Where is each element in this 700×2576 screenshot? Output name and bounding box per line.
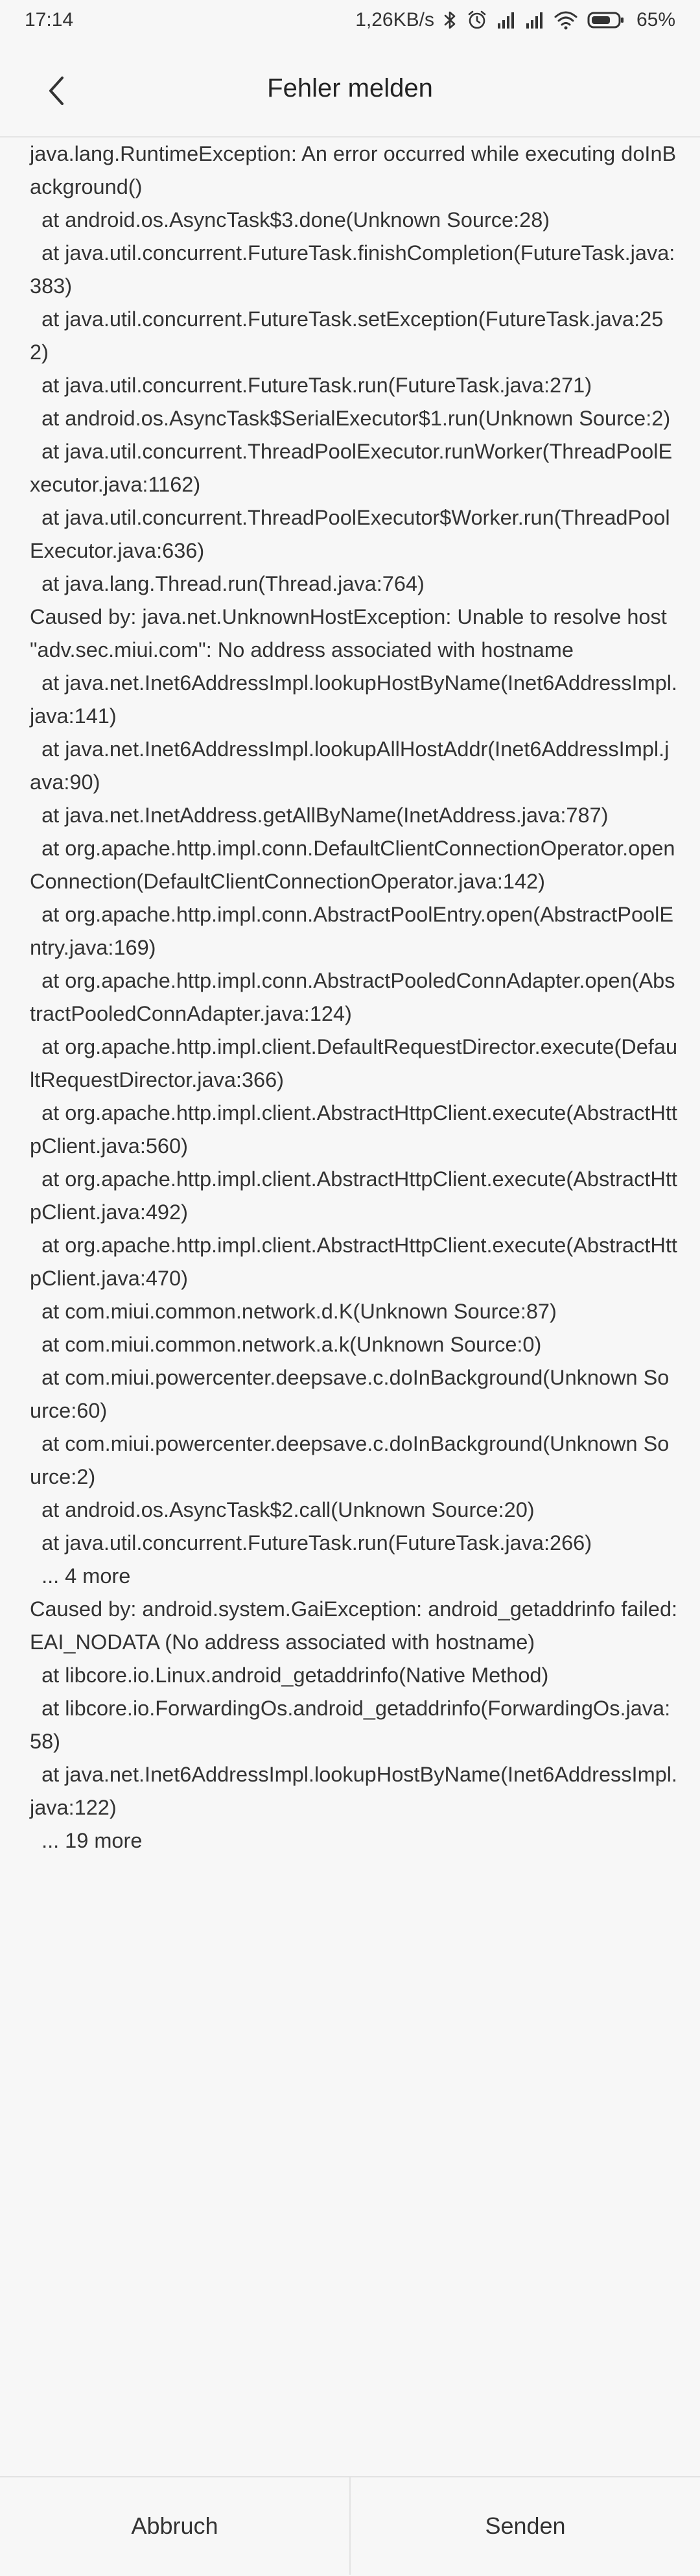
- error-log[interactable]: java.lang.RuntimeException: An error occ…: [0, 137, 700, 2472]
- signal-icon: [496, 10, 516, 30]
- status-bar: 17:14 1,26KB/s 65%: [0, 0, 700, 40]
- cancel-button[interactable]: Abbruch: [0, 2477, 349, 2575]
- back-button[interactable]: [32, 66, 82, 115]
- alarm-icon: [467, 10, 487, 30]
- battery-icon: [587, 10, 625, 30]
- signal-icon-2: [525, 10, 544, 30]
- page-title: Fehler melden: [267, 74, 433, 102]
- bluetooth-icon: [443, 10, 458, 30]
- wifi-icon: [554, 10, 578, 30]
- status-icons: 1,26KB/s 65%: [355, 0, 675, 40]
- app-header: Fehler melden: [0, 40, 700, 137]
- send-button[interactable]: Senden: [351, 2477, 700, 2575]
- battery-percent: 65%: [636, 9, 675, 30]
- status-time: 17:14: [25, 9, 74, 30]
- error-log-text: java.lang.RuntimeException: An error occ…: [30, 142, 678, 1852]
- network-speed: 1,26KB/s: [355, 9, 434, 30]
- footer-actions: Abbruch Senden: [0, 2476, 700, 2576]
- chevron-left-icon: [49, 77, 64, 105]
